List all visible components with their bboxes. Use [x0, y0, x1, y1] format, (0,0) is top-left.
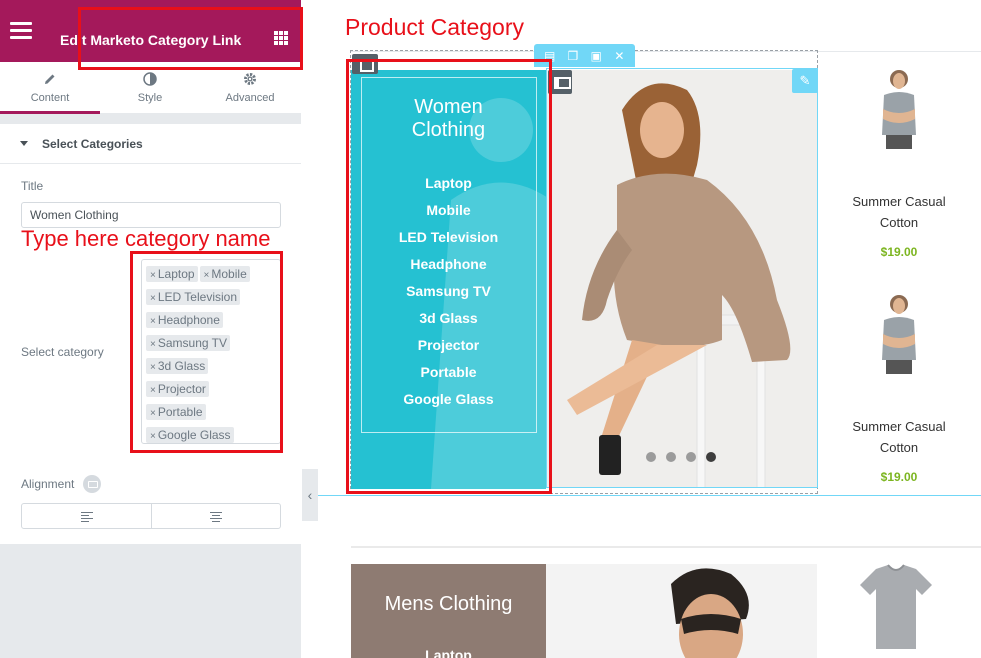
annotation-product-category: Product Category — [345, 14, 524, 40]
category-link[interactable]: Google Glass — [351, 389, 546, 416]
align-center-icon — [209, 512, 222, 524]
product-price: $19.00 — [880, 470, 918, 484]
alignment-label: Alignment — [21, 477, 75, 491]
tab-advanced[interactable]: Advanced — [200, 62, 300, 114]
responsive-desktop-icon[interactable] — [83, 475, 101, 493]
widgets-grid-icon[interactable] — [274, 31, 288, 45]
remove-chip-icon[interactable]: × — [150, 270, 156, 281]
product-name[interactable]: Summer Casual Cotton — [836, 416, 962, 458]
panel-tabs: Content Style Advanced — [0, 62, 301, 114]
category-link[interactable]: Samsung TV — [351, 281, 546, 308]
remove-chip-icon[interactable]: × — [150, 362, 156, 373]
tab-content[interactable]: Content — [0, 62, 100, 114]
edit-section-icon[interactable]: ▤ — [543, 49, 557, 63]
caret-down-icon — [20, 141, 28, 146]
product-item[interactable]: Summer Casual Cotton $19.00 — [836, 65, 962, 259]
align-left-icon — [81, 512, 93, 524]
category-link[interactable]: 3d Glass — [351, 308, 546, 335]
section-divider — [351, 546, 981, 548]
women-category-card: Women Clothing Laptop Mobile LED Televis… — [351, 70, 546, 489]
category-chip: × Portable — [146, 404, 206, 420]
category-card-title: Mens Clothing — [384, 593, 513, 615]
product-thumbnail — [882, 70, 916, 149]
remove-chip-icon[interactable]: × — [150, 408, 156, 419]
men-category-card: Mens Clothing Laptop — [351, 564, 546, 658]
category-links: Laptop Mobile LED Television Headphone S… — [351, 173, 546, 416]
close-icon[interactable]: ✕ — [612, 49, 626, 63]
align-left-button[interactable] — [22, 504, 151, 528]
panel-header: Edit Marketo Category Link — [0, 0, 301, 62]
product-thumbnail — [882, 295, 916, 374]
save-icon[interactable]: ▣ — [589, 49, 603, 63]
category-chip: × Mobile — [199, 266, 250, 282]
tab-style[interactable]: Style — [100, 62, 200, 114]
category-link[interactable]: Laptop — [351, 173, 546, 200]
remove-chip-icon[interactable]: × — [204, 270, 210, 281]
widget-selection-border — [546, 68, 818, 488]
align-center-button[interactable] — [150, 504, 281, 528]
editor-panel: Edit Marketo Category Link Content Style — [0, 0, 301, 658]
category-link[interactable]: Projector — [351, 335, 546, 362]
category-card-title: Women Clothing — [411, 96, 486, 141]
tshirt-thumbnail[interactable] — [856, 563, 936, 653]
category-multiselect[interactable]: × Laptop × Mobile × LED Television × Headphon… — [141, 259, 281, 444]
remove-chip-icon[interactable]: × — [150, 316, 156, 327]
category-link[interactable]: Portable — [351, 362, 546, 389]
category-chip: × 3d Glass — [146, 358, 209, 374]
tab-content-label: Content — [30, 92, 70, 104]
collapse-panel-button[interactable]: ‹ — [302, 469, 318, 521]
widget-toolbar: ▤ ❐ ▣ ✕ — [534, 44, 635, 67]
product-name[interactable]: Summer Casual Cotton — [836, 191, 962, 233]
title-label: Title — [21, 179, 44, 193]
tab-advanced-label: Advanced — [225, 92, 275, 104]
select-category-label: Select category — [21, 345, 104, 359]
men-hero-image[interactable] — [546, 564, 817, 658]
inner-column-handle[interactable] — [548, 70, 572, 94]
remove-chip-icon[interactable]: × — [150, 339, 156, 350]
title-input[interactable] — [21, 202, 281, 228]
section-bottom-border — [318, 495, 981, 496]
remove-chip-icon[interactable]: × — [150, 385, 156, 396]
category-link[interactable]: Headphone — [351, 254, 546, 281]
panel-title: Edit Marketo Category Link — [60, 32, 242, 48]
tab-style-label: Style — [137, 92, 163, 104]
male-model-photo — [671, 568, 749, 658]
category-chip: × Google Glass — [146, 427, 234, 443]
edit-widget-pencil-icon[interactable]: ✎ — [792, 69, 818, 93]
alignment-choices — [21, 503, 281, 529]
remove-chip-icon[interactable]: × — [150, 293, 156, 304]
section-title: Select Categories — [42, 137, 143, 151]
elementor-editor: Edit Marketo Category Link Content Style — [0, 0, 981, 658]
category-chip: × LED Television — [146, 289, 240, 305]
selected-category-chips: × Laptop × Mobile × LED Television × Headphon… — [144, 265, 278, 449]
category-chip: × Projector — [146, 381, 209, 397]
section-header-select-categories[interactable]: Select Categories — [0, 124, 301, 164]
remove-chip-icon[interactable]: × — [150, 431, 156, 442]
product-item[interactable]: Summer Casual Cotton $19.00 — [836, 290, 962, 484]
category-chip: × Laptop — [146, 266, 198, 282]
half-circle-icon — [142, 72, 158, 88]
column-handle[interactable] — [352, 54, 378, 74]
category-link[interactable]: Laptop — [351, 647, 546, 658]
category-link[interactable]: Mobile — [351, 200, 546, 227]
product-price: $19.00 — [880, 245, 918, 259]
duplicate-icon[interactable]: ❐ — [566, 49, 580, 63]
category-link[interactable]: LED Television — [351, 227, 546, 254]
annotation-type-here: Type here category name — [21, 226, 271, 251]
pencil-icon — [42, 72, 58, 88]
category-chip: × Samsung TV — [146, 335, 230, 351]
hamburger-menu-icon[interactable] — [10, 22, 32, 40]
category-chip: × Headphone — [146, 312, 223, 328]
gear-icon — [242, 72, 258, 88]
